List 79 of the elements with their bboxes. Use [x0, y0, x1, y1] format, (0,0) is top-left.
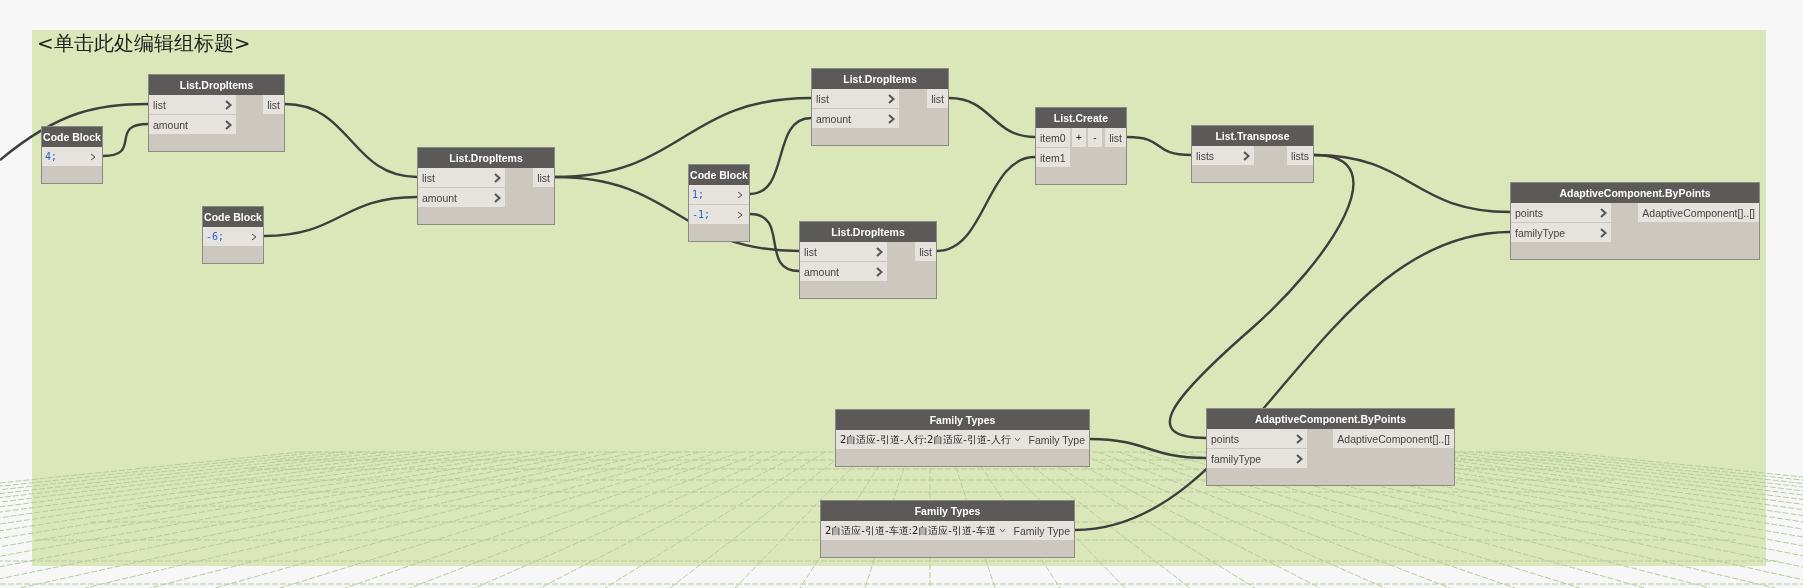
caret-icon	[1013, 437, 1021, 442]
family-type-dropdown[interactable]: 2自适应-引道-人行:2自适应-引道-人行	[836, 430, 1025, 449]
output-port[interactable]	[731, 185, 749, 204]
chevron-icon	[90, 152, 96, 161]
input-port[interactable]: points	[1511, 203, 1611, 222]
chevron-icon	[1600, 207, 1607, 218]
output-port[interactable]: list	[1105, 128, 1126, 147]
node-card[interactable]: List.DropItems list amount list	[799, 221, 937, 299]
node-title: List.Create	[1036, 108, 1126, 128]
input-port[interactable]: amount	[800, 262, 887, 281]
input-port[interactable]: points	[1207, 429, 1307, 448]
family-type-dropdown[interactable]: 2自适应-引道-车道:2自适应-引道-车道	[821, 521, 1010, 540]
output-port[interactable]	[245, 227, 263, 246]
input-port[interactable]: list	[418, 168, 505, 187]
node-title: AdaptiveComponent.ByPoints	[1207, 409, 1454, 429]
caret-icon	[998, 528, 1006, 533]
chevron-icon	[737, 190, 743, 199]
chevron-icon	[888, 113, 895, 124]
input-port[interactable]: lists	[1192, 146, 1254, 165]
node-card[interactable]: AdaptiveComponent.ByPoints points familyType AdaptiveComponent[]..[]	[1206, 408, 1455, 486]
chevron-icon	[1600, 227, 1607, 238]
node-title: List.Transpose	[1192, 126, 1313, 146]
output-port[interactable]	[731, 205, 749, 224]
node-title: List.DropItems	[800, 222, 936, 242]
input-port[interactable]: item0	[1036, 128, 1070, 147]
node-card[interactable]: List.DropItems list amount list	[417, 147, 555, 225]
node-title: List.DropItems	[812, 69, 948, 89]
chevron-icon	[494, 172, 501, 183]
output-port[interactable]: Family Type	[1009, 521, 1074, 540]
node-title: Code Block	[203, 207, 263, 227]
node-title: List.DropItems	[418, 148, 554, 168]
input-port[interactable]: familyType	[1511, 223, 1611, 242]
node-card[interactable]: List.Transpose lists lists	[1191, 125, 1314, 183]
chevron-icon	[251, 232, 257, 241]
node-card[interactable]: Code Block -6;	[202, 206, 264, 264]
input-port[interactable]: item1	[1036, 148, 1070, 167]
output-port[interactable]: list	[533, 168, 554, 187]
node-title: Code Block	[689, 165, 749, 185]
node-card[interactable]: Code Block 1; -1;	[688, 164, 750, 242]
input-port[interactable]: familyType	[1207, 449, 1307, 468]
chevron-icon	[876, 266, 883, 277]
chevron-icon	[1296, 453, 1303, 464]
input-port[interactable]: amount	[812, 109, 899, 128]
node-title: Family Types	[836, 410, 1089, 430]
port-button[interactable]: +	[1072, 128, 1086, 147]
input-port[interactable]: list	[149, 95, 236, 114]
output-port[interactable]: list	[915, 242, 936, 261]
chevron-icon	[737, 210, 743, 219]
node-title: AdaptiveComponent.ByPoints	[1511, 183, 1759, 203]
output-port[interactable]	[84, 147, 102, 166]
node-card[interactable]: AdaptiveComponent.ByPoints points familyType AdaptiveComponent[]..[]	[1510, 182, 1760, 260]
chevron-icon	[1296, 433, 1303, 444]
input-port[interactable]: amount	[418, 188, 505, 207]
node-card[interactable]: Code Block 4;	[41, 126, 103, 184]
input-port[interactable]: amount	[149, 115, 236, 134]
node-title: List.DropItems	[149, 75, 284, 95]
node-card[interactable]: List.Create item0 item1 + - list	[1035, 107, 1127, 185]
port-button[interactable]: -	[1088, 128, 1102, 147]
node-card[interactable]: List.DropItems list amount list	[811, 68, 949, 146]
output-port[interactable]: list	[927, 89, 948, 108]
input-port[interactable]: list	[812, 89, 899, 108]
chevron-icon	[225, 99, 232, 110]
output-port[interactable]: AdaptiveComponent[]..[]	[1638, 203, 1759, 222]
chevron-icon	[494, 192, 501, 203]
node-card[interactable]: Family Types 2自适应-引道-人行:2自适应-引道-人行 Family Type	[835, 409, 1090, 467]
node-card[interactable]: List.DropItems list amount list	[148, 74, 285, 152]
node-title: Family Types	[821, 501, 1074, 521]
chevron-icon	[1243, 150, 1250, 161]
output-port[interactable]: list	[263, 95, 284, 114]
output-port[interactable]: Family Type	[1024, 430, 1089, 449]
chevron-icon	[876, 246, 883, 257]
output-port[interactable]: lists	[1286, 146, 1313, 165]
input-port[interactable]: list	[800, 242, 887, 261]
chevron-icon	[888, 93, 895, 104]
chevron-icon	[225, 119, 232, 130]
node-card[interactable]: Family Types 2自适应-引道-车道:2自适应-引道-车道 Family Type	[820, 500, 1075, 558]
group-title[interactable]: <单击此处编辑组标题>	[37, 30, 251, 57]
output-port[interactable]: AdaptiveComponent[]..[]	[1333, 429, 1454, 448]
node-title: Code Block	[42, 127, 102, 147]
